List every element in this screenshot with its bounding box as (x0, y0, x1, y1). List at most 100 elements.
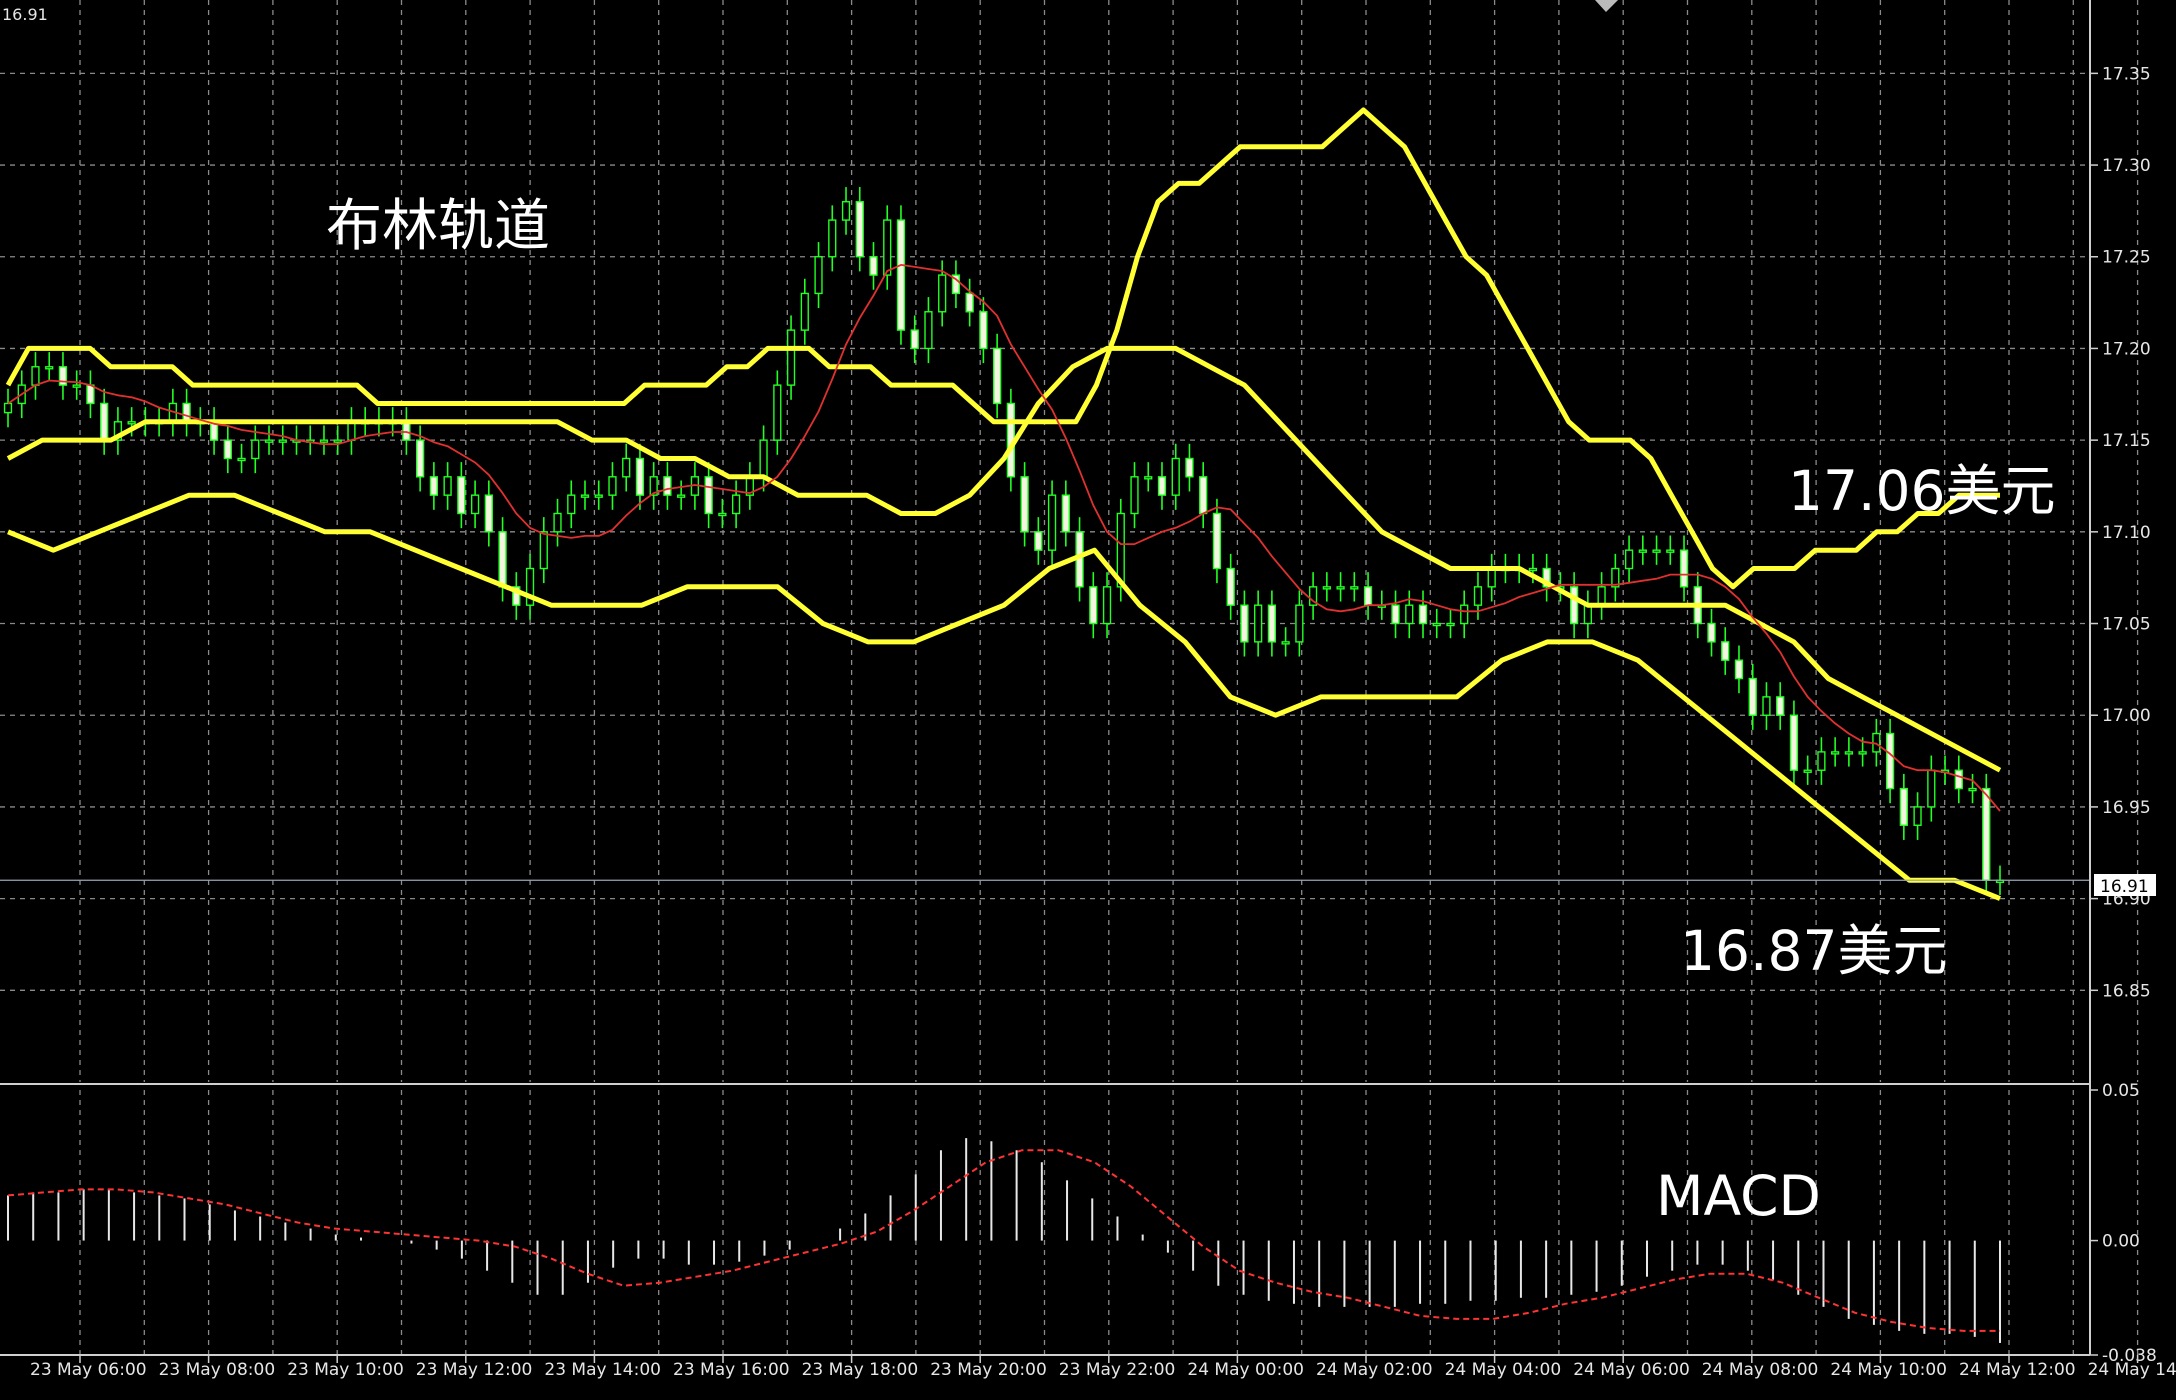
candle-body (457, 476, 466, 515)
candle-body (992, 347, 1002, 405)
candle (1130, 462, 1139, 529)
candle (1748, 663, 1757, 730)
candle-body (1666, 549, 1675, 553)
x-tick-label: 23 May 18:00 (802, 1360, 919, 1380)
y-tick-label: 17.20 (2102, 339, 2151, 359)
candle-body (1844, 751, 1854, 755)
candle-body (1762, 696, 1771, 716)
candle (841, 187, 851, 235)
x-tick-label: 24 May 10:00 (1830, 1360, 1947, 1380)
candle (1185, 443, 1194, 492)
candle-body (470, 494, 480, 515)
candle (512, 572, 521, 620)
candle (951, 260, 961, 309)
candle-body (1267, 604, 1277, 643)
candle (1885, 718, 1895, 804)
candle-body (1638, 549, 1647, 553)
candle (608, 462, 617, 510)
candle (1611, 553, 1620, 602)
lower-price-label: 16.87美元 (1680, 919, 1947, 983)
candle-body (1927, 769, 1936, 808)
forex-chart: 17.35 17.30 17.25 17.20 17.15 17.10 17.05 17.00… (0, 0, 2176, 1380)
candle (1927, 755, 1936, 822)
candle (1254, 590, 1263, 657)
x-tick-label: 23 May 12:00 (416, 1360, 533, 1380)
scroll-marker-icon[interactable] (1595, 0, 1618, 12)
candle (786, 315, 796, 400)
candle-body (1391, 604, 1400, 625)
candle-body (1569, 586, 1579, 625)
candle-body (677, 494, 686, 498)
candle (910, 315, 919, 364)
candle-body (429, 476, 439, 496)
candle (1542, 553, 1551, 602)
candle (402, 407, 411, 455)
candle (1831, 737, 1840, 767)
candle (979, 297, 988, 364)
candle (1721, 627, 1730, 675)
candle-body (718, 512, 727, 517)
candle-body (869, 256, 878, 276)
candle (1954, 755, 1963, 804)
candle (992, 333, 1002, 419)
candle-body (416, 439, 425, 478)
candle (1624, 535, 1634, 584)
candle (1144, 462, 1153, 492)
candle (278, 425, 287, 455)
chart-title: 布林轨道 (326, 194, 550, 259)
candle (1446, 608, 1455, 639)
candle-body (237, 457, 246, 462)
x-tick-label: 23 May 08:00 (159, 1360, 276, 1380)
candle (635, 443, 645, 510)
candle-body (580, 494, 590, 498)
candle-body (1831, 751, 1840, 755)
x-tick-label: 23 May 06:00 (30, 1360, 147, 1380)
candle (663, 462, 672, 510)
x-tick-label: 23 May 22:00 (1059, 1360, 1176, 1380)
candle-body (1707, 622, 1716, 643)
candle-body (1089, 586, 1098, 625)
candle-body (539, 531, 548, 570)
candle (965, 278, 974, 327)
candle-body (663, 476, 672, 496)
candle-body (1157, 476, 1167, 496)
candle (1734, 645, 1744, 694)
candle-body (1624, 549, 1634, 570)
candle-body (1817, 751, 1826, 771)
candle (924, 297, 933, 364)
y-tick-label: 17.35 (2102, 64, 2151, 84)
candle (1569, 572, 1579, 639)
candle-body (1240, 604, 1249, 643)
y-tick-label: 16.85 (2102, 981, 2151, 1001)
candle-body (1954, 769, 1963, 790)
candle-body (86, 384, 95, 405)
candle (1940, 755, 1950, 785)
candle (1460, 590, 1469, 639)
y-tick-label: 17.30 (2102, 156, 2151, 176)
candle (31, 352, 40, 400)
candle-body (814, 256, 823, 295)
candle (553, 498, 562, 547)
macd-label: MACD (1656, 1164, 1821, 1228)
candle-body (1885, 732, 1895, 790)
x-tick-label: 23 May 10:00 (287, 1360, 404, 1380)
candle-body (443, 476, 452, 496)
candle-body (333, 439, 342, 443)
candle-body (1583, 604, 1592, 625)
candle-body (1858, 751, 1867, 755)
candle (1267, 590, 1277, 657)
candle (3, 388, 13, 428)
candle-body (883, 219, 892, 276)
y-tick-label: 17.25 (2102, 248, 2151, 268)
candle-body (1982, 787, 1991, 881)
candle-body (1418, 604, 1428, 625)
current-price-label: 16.91 (2100, 877, 2149, 897)
candle-body (1405, 604, 1414, 625)
candle-body (1734, 659, 1744, 680)
candle (209, 407, 219, 455)
candle (704, 462, 713, 529)
candle-body (924, 311, 933, 350)
candle (443, 462, 452, 510)
candle (1350, 572, 1359, 602)
candle-body (1446, 622, 1455, 627)
